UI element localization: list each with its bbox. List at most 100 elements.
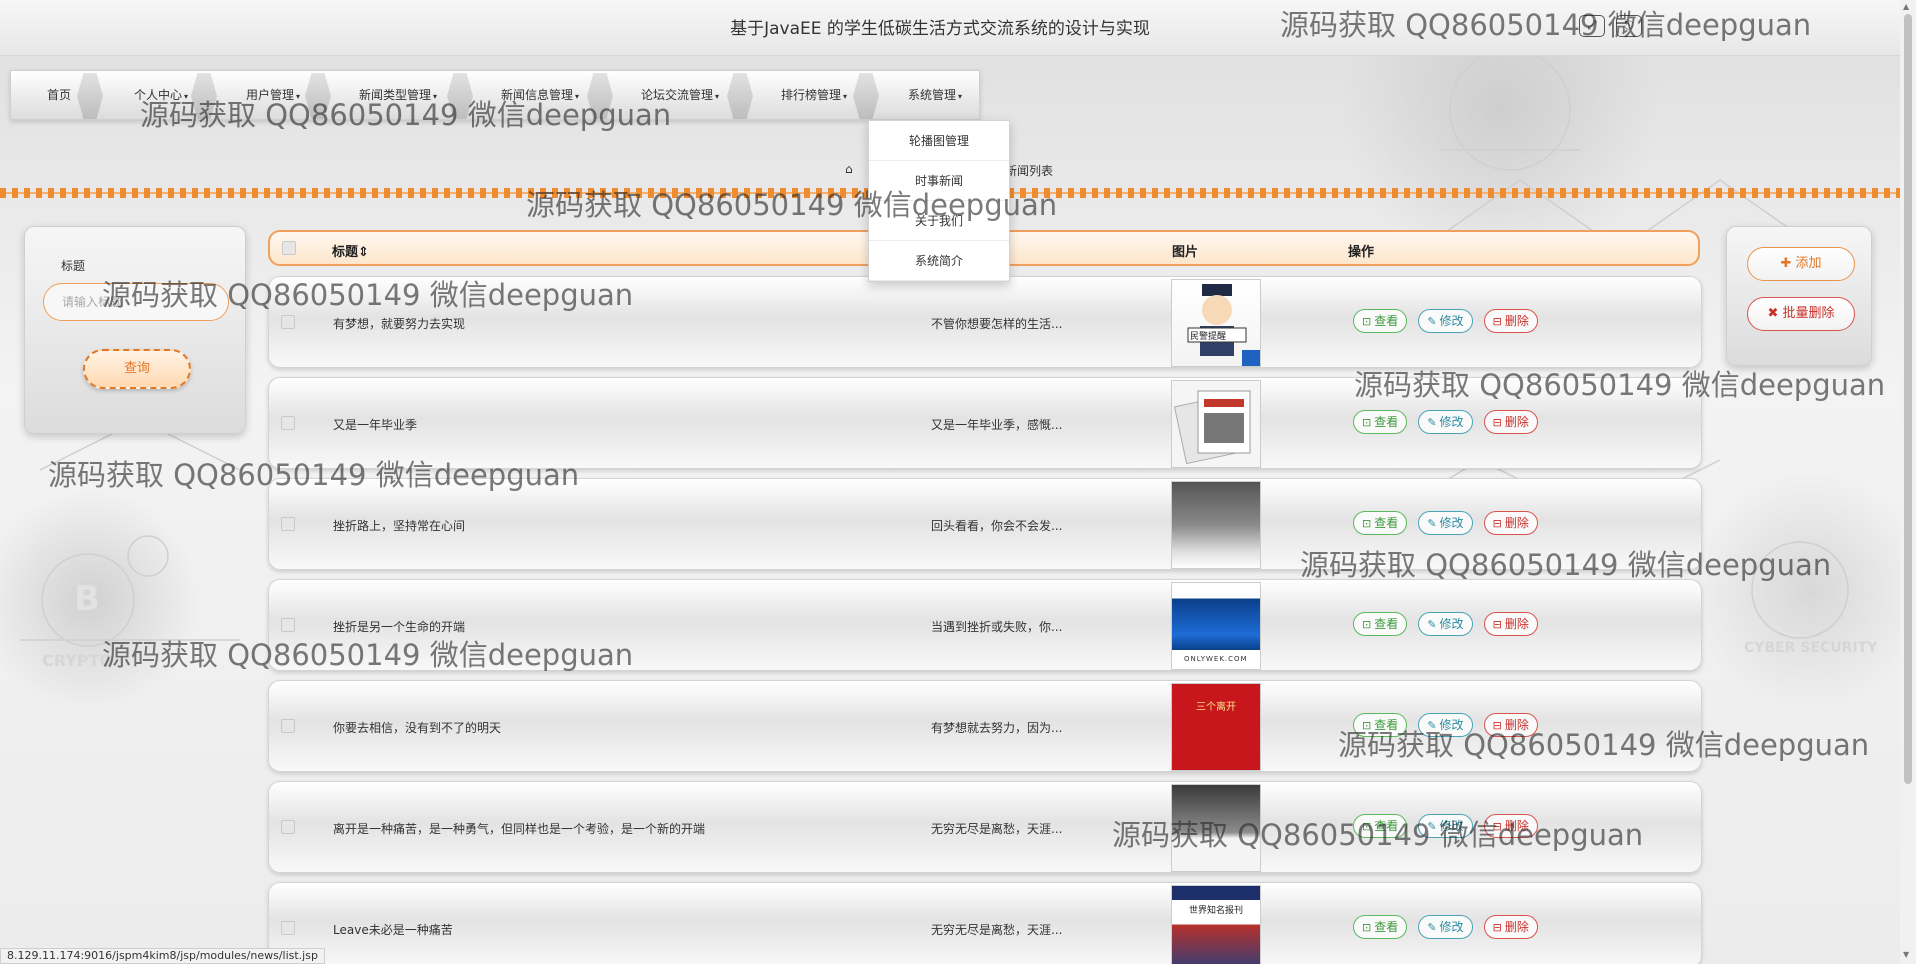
edit-button[interactable]: ✎ 修改 [1418,309,1473,333]
column-header-image: 图片 [1172,245,1199,260]
edit-button[interactable]: ✎ 修改 [1418,410,1473,434]
edit-icon: ✎ [1427,416,1437,429]
delete-button[interactable]: ⊟ 删除 [1483,612,1538,636]
chevron-down-icon: ▾ [575,92,580,101]
nav-item-news-type-management[interactable]: 新闻类型管理 ▾ [337,71,459,119]
delete-label: 删除 [1504,920,1529,934]
logout-icon[interactable]: ⎋ [1616,15,1642,37]
view-button[interactable]: ⊡ 查看 [1353,713,1408,737]
search-panel: 标题 查询 [24,226,246,434]
title-bar: 基于JavaEE 的学生低碳生活方式交流系统的设计与实现 ⤢ ⎋ [0,0,1900,56]
delete-label: 删除 [1504,314,1529,328]
nav-item-news-info-management[interactable]: 新闻信息管理 ▾ [479,71,601,119]
edit-icon: ✎ [1427,921,1437,934]
scroll-down-icon[interactable]: ▼ [1903,950,1909,959]
select-all-checkbox[interactable] [282,241,296,255]
view-button[interactable]: ⊡ 查看 [1353,511,1408,535]
view-label: 查看 [1374,314,1399,328]
chevron-down-icon: ▾ [958,92,963,101]
row-content: 当遇到挫折或失败，你... [931,620,1063,634]
home-icon[interactable]: ⌂ [845,162,853,176]
breadcrumb-current: 新闻列表 [1005,164,1054,178]
row-actions: ⊡ 查看 ✎ 修改 ⊟ 删除 [1353,612,1544,636]
edit-button[interactable]: ✎ 修改 [1418,612,1473,636]
nav-item-label: 个人中心 [133,88,182,102]
system-management-dropdown: 轮播图管理 时事新闻 关于我们 系统简介 [868,120,1010,282]
edit-button[interactable]: ✎ 修改 [1418,713,1473,737]
view-button[interactable]: ⊡ 查看 [1353,612,1408,636]
delete-icon: ⊟ [1492,618,1502,631]
edit-button[interactable]: ✎ 修改 [1418,915,1473,939]
nav-item-system-management[interactable]: 系统管理 ▾ [885,71,985,119]
edit-button[interactable]: ✎ 修改 [1418,511,1473,535]
view-button[interactable]: ⊡ 查看 [1353,410,1408,434]
row-checkbox[interactable] [281,921,295,935]
delete-button[interactable]: ⊟ 删除 [1483,410,1538,434]
row-thumbnail: 民警提醒 [1171,279,1261,367]
delete-label: 删除 [1504,415,1529,429]
sort-icon[interactable]: ⇕ [358,245,369,260]
search-label: 标题 [61,259,86,273]
view-icon: ⊡ [1362,820,1372,833]
delete-label: 删除 [1504,516,1529,530]
search-button[interactable]: 查询 [83,349,191,389]
status-url: 8.129.11.174:9016/jspm4kim8/jsp/modules/… [0,948,325,964]
row-checkbox[interactable] [281,618,295,632]
row-checkbox[interactable] [281,820,295,834]
delete-button[interactable]: ⊟ 删除 [1483,713,1538,737]
delete-button[interactable]: ⊟ 删除 [1483,915,1538,939]
row-title: 挫折是另一个生命的开端 [333,620,466,634]
dropdown-item-current-news[interactable]: 时事新闻 [869,161,1009,201]
dropdown-item-about-us[interactable]: 关于我们 [869,201,1009,241]
add-button[interactable]: ✚ 添加 [1747,247,1855,281]
row-checkbox[interactable] [281,719,295,733]
dropdown-item-system-intro[interactable]: 系统简介 [869,241,1009,281]
row-checkbox[interactable] [281,517,295,531]
chevron-down-icon: ▾ [715,92,720,101]
plus-icon: ✚ [1780,256,1796,271]
view-button[interactable]: ⊡ 查看 [1353,915,1408,939]
view-label: 查看 [1374,617,1399,631]
row-actions: ⊡ 查看 ✎ 修改 ⊟ 删除 [1353,814,1544,838]
row-actions: ⊡ 查看 ✎ 修改 ⊟ 删除 [1353,410,1544,434]
delete-button[interactable]: ⊟ 删除 [1483,511,1538,535]
row-title: Leave未必是一种痛苦 [333,923,453,937]
breadcrumb: ⌂ 新闻列表 [845,162,1053,178]
add-label: 添加 [1795,256,1822,271]
view-label: 查看 [1374,920,1399,934]
nav-item-forum-management[interactable]: 论坛交流管理 ▾ [619,71,741,119]
view-button[interactable]: ⊡ 查看 [1353,309,1408,333]
row-title: 挫折路上，坚持常在心间 [333,519,466,533]
thumb-caption: 民警提醒 [1190,332,1227,342]
delete-button[interactable]: ⊟ 删除 [1483,309,1538,333]
nav-item-label: 首页 [46,88,71,102]
scroll-up-icon[interactable]: ▲ [1903,2,1909,11]
table-row: 挫折是另一个生命的开端 当遇到挫折或失败，你... ONLYWEK.COM ⊡ 查… [268,579,1702,671]
row-actions: ⊡ 查看 ✎ 修改 ⊟ 删除 [1353,309,1544,333]
scrollbar-thumb[interactable] [1904,14,1912,784]
title-search-input[interactable] [43,283,229,321]
row-title: 你要去相信，没有到不了的明天 [333,721,502,735]
fullscreen-icon[interactable]: ⤢ [1578,15,1605,37]
row-title: 离开是一种痛苦，是一种勇气，但同样也是一个考验，是一个新的开端 [333,822,706,836]
batch-delete-button[interactable]: ✖ 批量删除 [1747,297,1855,331]
row-checkbox[interactable] [281,416,295,430]
nav-item-ranking-management[interactable]: 排行榜管理 ▾ [759,71,869,119]
table-row: Leave未必是一种痛苦 无穷无尽是离愁，天涯... 世界知名报刊 ⊡ 查看 ✎ 修… [268,882,1702,964]
dropdown-item-carousel[interactable]: 轮播图管理 [869,121,1009,161]
row-actions: ⊡ 查看 ✎ 修改 ⊟ 删除 [1353,713,1544,737]
row-thumbnail: ONLYWEK.COM [1171,582,1261,670]
table-row: 挫折路上，坚持常在心间 回头看看，你会不会发... ⊡ 查看 ✎ 修改 ⊟ 删除 [268,478,1702,570]
view-icon: ⊡ [1362,618,1372,631]
delete-button[interactable]: ⊟ 删除 [1483,814,1538,838]
edit-label: 修改 [1439,314,1464,328]
view-label: 查看 [1374,516,1399,530]
edit-label: 修改 [1439,415,1464,429]
main-nav: 首页 个人中心 ▾ 用户管理 ▾ 新闻类型管理 ▾ 新闻信息管理 ▾ 论坛交流管理 ▾ 排… [10,70,980,120]
scrollbar[interactable]: ▲ ▼ [1900,0,1916,964]
column-header-title[interactable]: 标题⇕ [332,241,369,260]
edit-button[interactable]: ✎ 修改 [1418,814,1473,838]
row-thumbnail [1171,380,1261,468]
view-button[interactable]: ⊡ 查看 [1353,814,1408,838]
row-checkbox[interactable] [281,315,295,329]
